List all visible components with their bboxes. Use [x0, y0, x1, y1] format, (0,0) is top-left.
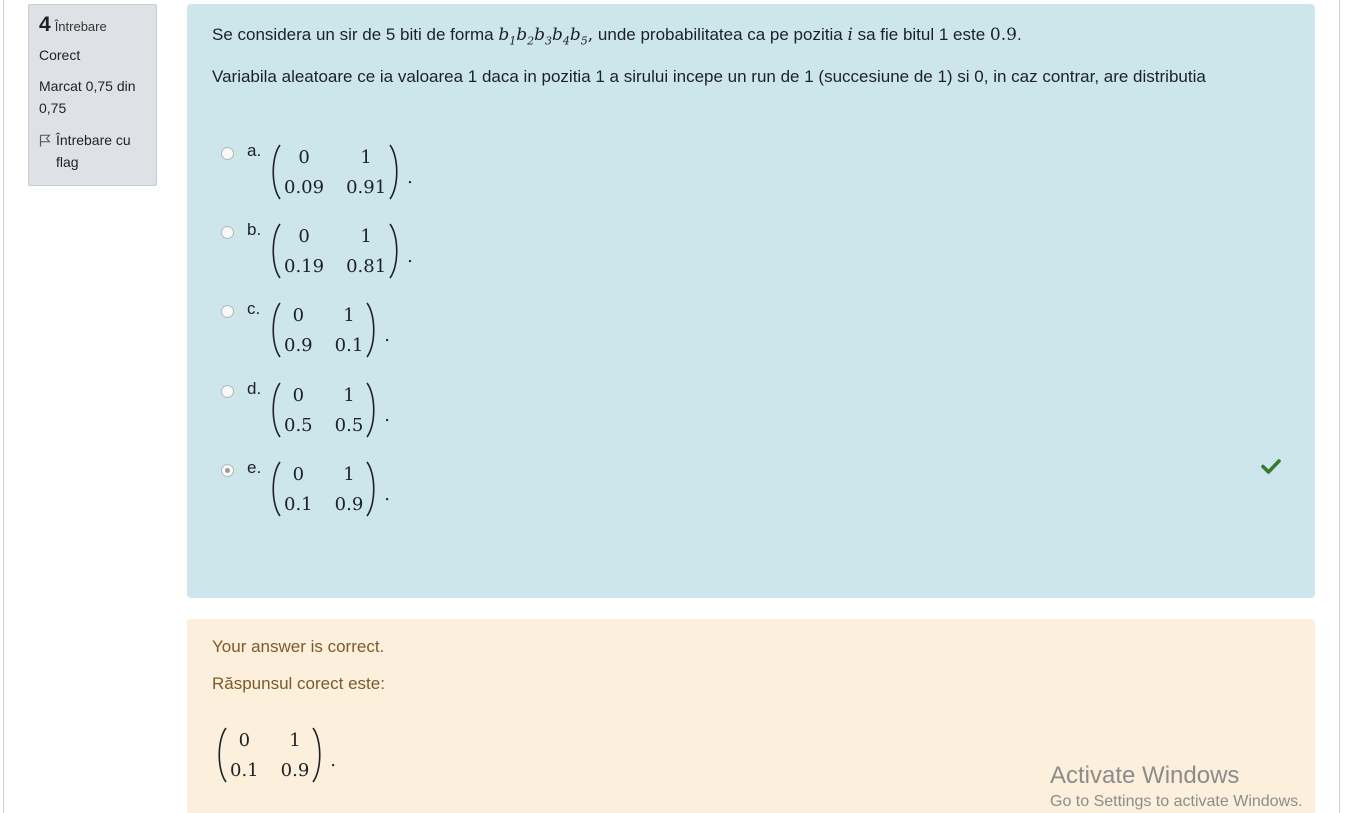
feedback-result: Your answer is correct. [212, 637, 385, 656]
page-border-right [1339, 0, 1340, 813]
answer-radio[interactable] [221, 226, 234, 239]
left-paren [218, 727, 227, 783]
matrix-cell: 0.9 [284, 334, 313, 356]
matrix-cell: 0.9 [334, 493, 364, 515]
right-paren [366, 461, 375, 517]
right-paren [366, 382, 375, 438]
question-formulation: Se considera un sir de 5 biti de forma b… [187, 4, 1315, 598]
right-paren [389, 223, 398, 279]
distribution-matrix: 0 1 0.5 0.5. [269, 380, 390, 440]
matrix-cell: 1 [343, 384, 355, 406]
matrix-cell: 0 [292, 463, 305, 485]
correct-answer-label: Răspunsul corect este: [212, 674, 385, 693]
matrix-period: . [330, 749, 337, 771]
right-paren [312, 727, 321, 783]
question-line-2: Variabila aleatoare ce ia valoarea 1 dac… [212, 67, 1206, 87]
matrix-cell: 0 [292, 304, 305, 326]
correct-answer-matrix: 0 1 0.1 0.9. [215, 725, 336, 785]
check-icon [1261, 459, 1281, 474]
matrix-cell: 0.5 [284, 414, 313, 436]
flag-question-link[interactable]: Întrebare cu flag [39, 129, 146, 173]
distribution-matrix: 0 1 0.9 0.1. [269, 300, 390, 360]
left-paren [272, 382, 281, 438]
matrix-cell: 0.1 [230, 759, 259, 781]
matrix-cell: 0.5 [334, 414, 364, 436]
answer-option[interactable]: a. 0 1 0.09 0.91. [221, 141, 413, 202]
matrix-cell: 0 [298, 225, 310, 247]
answer-radio[interactable] [221, 385, 234, 398]
matrix-cell: 0.09 [284, 176, 325, 198]
question-intro-middle: unde probabilitatea ca pe pozitia [593, 25, 848, 44]
question-number-value: 4 [39, 13, 51, 36]
question-grade: Marcat 0,75 din 0,75 [39, 78, 136, 116]
answer-option[interactable]: e. 0 1 0.1 0.9. [221, 458, 390, 519]
matrix-cell: 0.19 [284, 255, 325, 277]
answer-letter: d. [247, 379, 262, 398]
matrix-period: . [407, 245, 413, 267]
distribution-matrix: 0 1 0.1 0.9. [269, 459, 390, 519]
matrix-cell: 0.81 [346, 255, 387, 277]
answer-option[interactable]: b. 0 1 0.19 0.81. [221, 220, 413, 281]
matrix-cell: 0.1 [284, 493, 313, 515]
answer-radio[interactable] [221, 305, 234, 318]
watermark-subtitle: Go to Settings to activate Windows. [1050, 793, 1303, 810]
matrix-period: . [384, 324, 391, 346]
feedback-text: Your answer is correct. Răspunsul corect… [212, 636, 385, 710]
activate-windows-watermark: Activate Windows Go to Settings to activ… [1050, 761, 1303, 813]
matrix-cell: 1 [343, 463, 355, 485]
question-text: Se considera un sir de 5 biti de forma b… [212, 21, 1272, 99]
matrix-cell: 0.1 [334, 334, 364, 356]
page-border-left [3, 0, 4, 813]
right-paren [366, 302, 375, 358]
answer-letter: b. [247, 220, 262, 239]
question-line-1: Se considera un sir de 5 biti de forma b… [212, 25, 1022, 48]
matrix-cell: 1 [360, 146, 372, 168]
right-paren [389, 144, 398, 200]
distribution-matrix: 0 1 0.09 0.91. [269, 142, 413, 202]
left-paren [272, 302, 281, 358]
answer-option[interactable]: c. 0 1 0.9 0.1. [221, 299, 390, 360]
matrix-cell: 1 [289, 729, 301, 751]
matrix-cell: 0 [292, 384, 305, 406]
answer-radio[interactable] [221, 147, 234, 160]
left-paren [272, 144, 281, 200]
answer-letter: a. [247, 141, 262, 160]
matrix-period: . [384, 404, 391, 426]
answer-letter: e. [247, 458, 262, 477]
question-number: 4 Întrebare [39, 13, 146, 37]
matrix-cell: 0 [238, 729, 251, 751]
bit-string-math: b1b2b3b4b5 [498, 25, 588, 48]
flag-icon [39, 134, 51, 147]
question-intro: Se considera un sir de 5 biti de forma [212, 25, 499, 44]
answer-option[interactable]: d. 0 1 0.5 0.5. [221, 379, 390, 440]
distribution-matrix: 0 1 0.1 0.9. [215, 725, 336, 785]
matrix-cell: 1 [360, 225, 372, 247]
answer-radio[interactable] [221, 464, 234, 477]
matrix-cell: 0 [298, 146, 310, 168]
matrix-cell: 0.91 [346, 176, 387, 198]
question-info-panel: 4 Întrebare Corect Marcat 0,75 din 0,75 … [28, 4, 157, 186]
question-intro-after: sa fie bitul 1 este [852, 25, 990, 44]
left-paren [272, 223, 281, 279]
distribution-matrix: 0 1 0.19 0.81. [269, 221, 413, 281]
question-state: Corect [39, 47, 81, 63]
matrix-period: . [407, 166, 413, 188]
matrix-period: . [384, 483, 391, 505]
answer-letter: c. [247, 299, 261, 318]
matrix-cell: 0.9 [280, 759, 310, 781]
left-paren [272, 461, 281, 517]
watermark-title: Activate Windows [1050, 762, 1240, 789]
flag-question-label: Întrebare cu flag [56, 132, 131, 170]
matrix-cell: 1 [343, 304, 355, 326]
probability-value: 0.9 [989, 25, 1017, 45]
question-number-label: Întrebare [54, 19, 107, 34]
